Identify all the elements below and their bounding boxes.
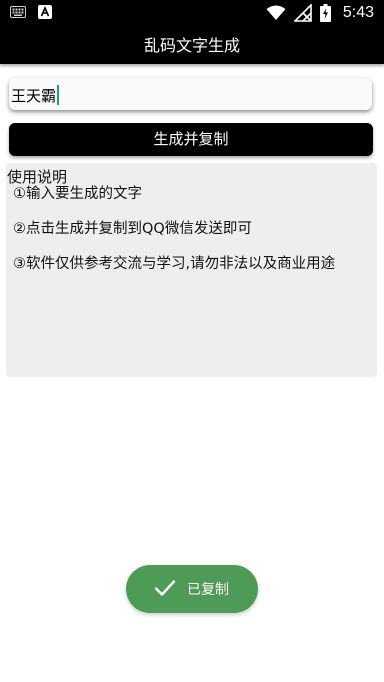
battery-charging-icon: [319, 4, 331, 22]
copied-toast: 已复制: [126, 565, 258, 613]
instruction-line-2: ②点击生成并复制到QQ微信发送即可: [13, 221, 252, 237]
toast-text: 已复制: [187, 582, 229, 598]
signal-off-icon: [293, 4, 312, 22]
text-caret: [57, 85, 60, 105]
status-time: 5:43: [342, 4, 374, 21]
status-right: 5:43: [266, 4, 374, 22]
wifi-icon: [266, 5, 286, 21]
keyboard-icon: [10, 6, 26, 18]
status-left: [10, 5, 52, 19]
input-text: 王天霸: [11, 87, 57, 105]
app-title: 乱码文字生成: [143, 36, 240, 55]
screen: 5:43 乱码文字生成 王天霸 生成并复制 使用说明 ①输入要生成的文字 ②点击…: [0, 0, 384, 682]
status-bar: 5:43: [0, 0, 384, 28]
instruction-line-1: ①输入要生成的文字: [13, 186, 142, 202]
instruction-line-3: ③软件仅供参考交流与学习,请勿非法以及商业用途: [13, 256, 336, 272]
check-icon: [154, 578, 176, 602]
app-bar: 乱码文字生成: [0, 28, 384, 64]
generate-copy-button[interactable]: 生成并复制: [9, 123, 373, 156]
input-value[interactable]: 王天霸: [11, 85, 60, 106]
instructions-panel: 使用说明 ①输入要生成的文字 ②点击生成并复制到QQ微信发送即可 ③软件仅供参考…: [6, 163, 377, 377]
text-input-field[interactable]: 王天霸: [9, 78, 372, 110]
font-a-icon: [38, 5, 52, 19]
